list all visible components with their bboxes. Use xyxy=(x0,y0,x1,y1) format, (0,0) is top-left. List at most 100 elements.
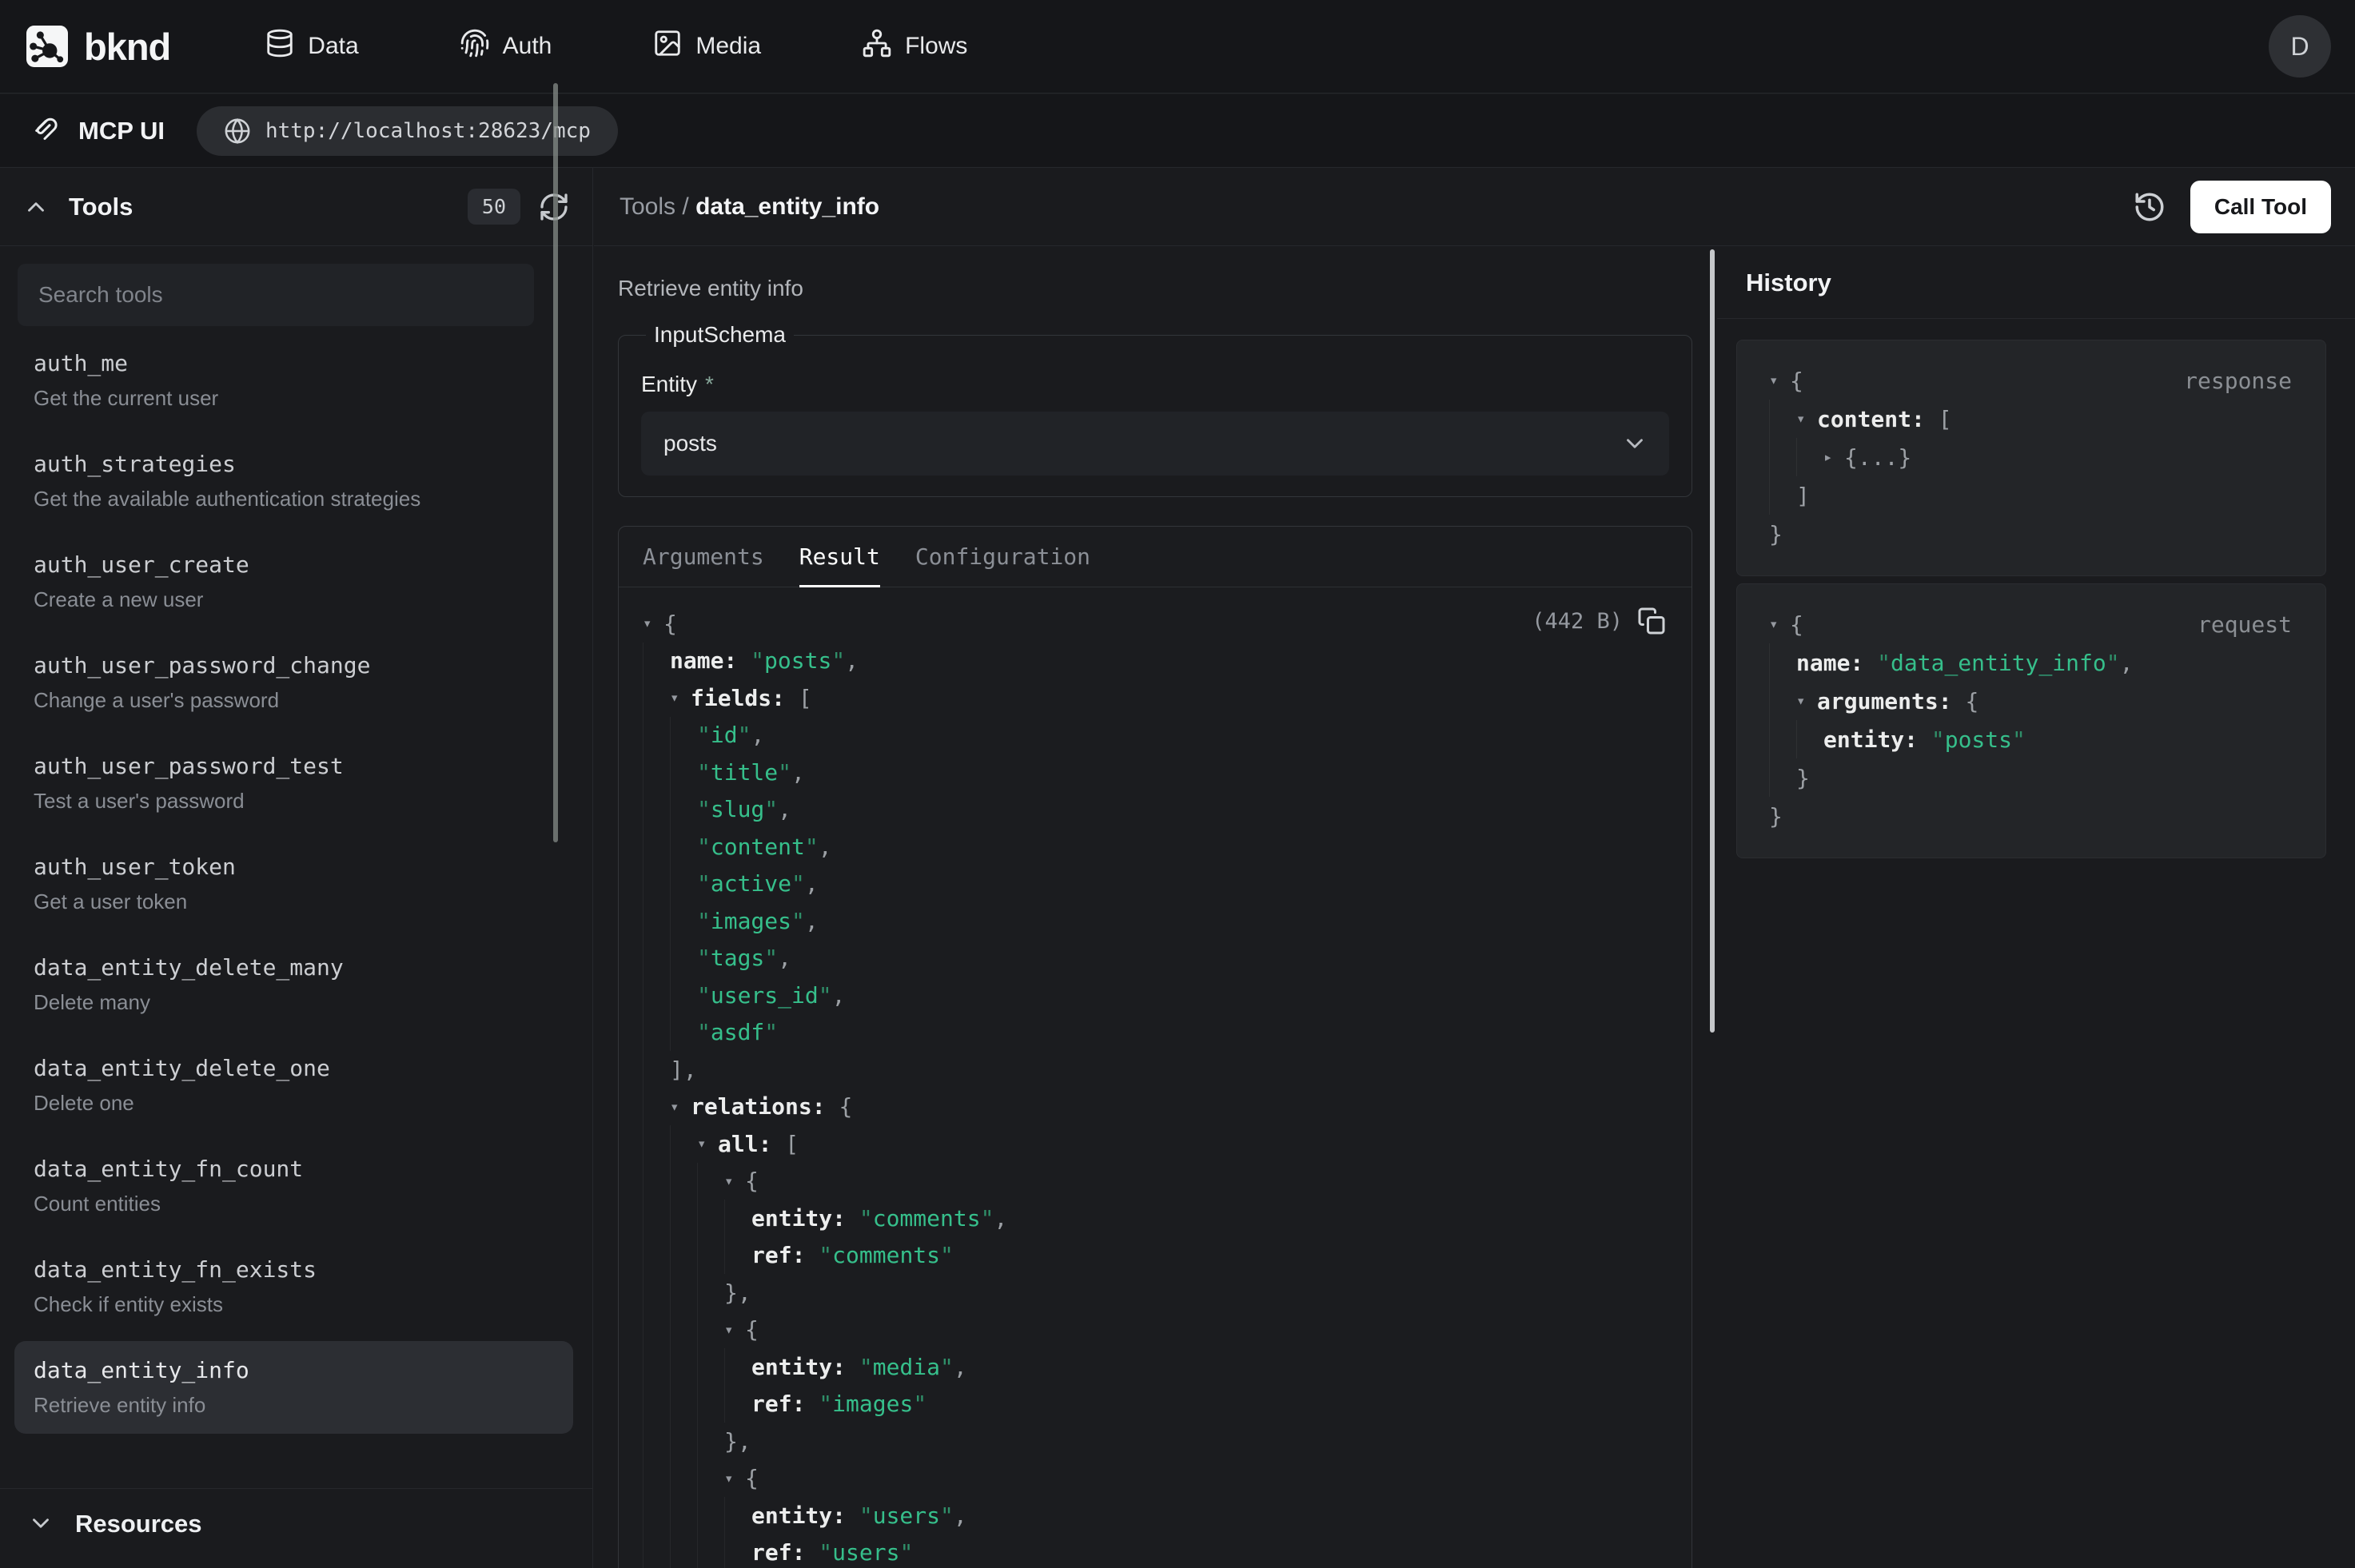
json-line: "content", xyxy=(643,828,1668,866)
tool-description: Delete one xyxy=(34,1091,554,1116)
json-line: entity: "posts" xyxy=(1769,720,2293,758)
avatar[interactable]: D xyxy=(2269,15,2331,78)
json-line: "active", xyxy=(643,866,1668,903)
top-navigation: bknd Data Auth Media Flows D xyxy=(0,0,2355,94)
json-line: } xyxy=(1769,758,2293,797)
collapse-triangle-icon[interactable]: ▾ xyxy=(670,1098,691,1116)
primary-nav: Data Auth Media Flows xyxy=(265,28,967,65)
fingerprint-icon xyxy=(460,28,490,65)
network-icon xyxy=(862,28,892,65)
json-line: ] xyxy=(1769,476,2293,515)
tab-arguments[interactable]: Arguments xyxy=(643,527,764,587)
tool-name: auth_user_create xyxy=(34,551,554,578)
json-line: ▾{ xyxy=(643,1163,1668,1200)
collapse-triangle-icon[interactable]: ▾ xyxy=(724,1172,745,1190)
brand-name: bknd xyxy=(84,25,170,69)
tool-list-item-auth_user_password_test[interactable]: auth_user_password_testTest a user's pas… xyxy=(14,737,573,830)
result-panel: ArgumentsResultConfiguration (442 B) ▾{n… xyxy=(618,526,1692,1568)
tool-list-item-auth_user_token[interactable]: auth_user_token Get a user token xyxy=(14,838,573,930)
result-json-tree[interactable]: ▾{name: "posts",▾fields: ["id","title","… xyxy=(643,605,1668,1568)
entry-type-label: response xyxy=(2184,368,2292,394)
tab-configuration[interactable]: Configuration xyxy=(915,527,1090,587)
nav-item-media[interactable]: Media xyxy=(652,28,761,65)
tool-list-item-data_entity_fn_exists[interactable]: data_entity_fn_exists Check if entity exi… xyxy=(14,1240,573,1333)
tool-name: data_entity_delete_many xyxy=(34,954,554,981)
history-card-request[interactable]: ▾{requestname: "data_entity_info",▾argum… xyxy=(1736,583,2326,858)
tool-description: Get the current user xyxy=(34,386,554,411)
json-line: ref: "comments" xyxy=(643,1237,1668,1275)
tool-list-item-data_entity_delete_many[interactable]: data_entity_delete_manyDelete many xyxy=(14,938,573,1031)
image-icon xyxy=(652,28,683,65)
entity-select-value: posts xyxy=(663,431,717,456)
history-panel: History ▾{response▾content: [▸{...}]}▾{r… xyxy=(1717,247,2355,1568)
entity-field-label: Entity* xyxy=(641,372,1669,397)
tool-list-item-auth_user_password_change[interactable]: auth_user_password_changeChange a user's… xyxy=(14,636,573,729)
json-line: entity: "users", xyxy=(643,1497,1668,1534)
result-json: (442 B) ▾{name: "posts",▾fields: ["id","… xyxy=(619,587,1692,1568)
history-button[interactable] xyxy=(2133,190,2166,224)
input-schema-fieldset: InputSchema Entity* posts xyxy=(618,322,1692,497)
json-line: ▾relations: { xyxy=(643,1088,1668,1126)
collapse-triangle-icon[interactable]: ▾ xyxy=(670,689,691,706)
tool-list-item-data_entity_info[interactable]: data_entity_infoRetrieve entity info xyxy=(14,1341,573,1434)
json-line: ref: "images" xyxy=(643,1386,1668,1423)
collapse-triangle-icon[interactable]: ▾ xyxy=(1769,615,1790,633)
json-line: ], xyxy=(643,1051,1668,1088)
brand[interactable]: bknd xyxy=(26,25,170,69)
call-tool-button[interactable]: Call Tool xyxy=(2190,181,2331,233)
json-line: "tags", xyxy=(643,940,1668,977)
json-line: ▾{ xyxy=(643,605,1668,643)
breadcrumb-section[interactable]: Tools xyxy=(620,193,675,220)
json-line: ▾content: [ xyxy=(1769,400,2293,438)
tool-list-item-data_entity_fn_count[interactable]: data_entity_fn_countCount entities xyxy=(14,1140,573,1232)
resources-section-header[interactable]: Resources xyxy=(0,1488,593,1568)
history-clock-icon xyxy=(2133,190,2166,224)
tool-description: Get a user token xyxy=(34,889,554,914)
tab-result[interactable]: Result xyxy=(799,527,880,587)
collapse-triangle-icon[interactable]: ▾ xyxy=(724,1321,745,1339)
tabs: Arguments Result Configuration xyxy=(619,527,1692,587)
tool-description: Change a user's password xyxy=(34,688,554,713)
json-line: name: "posts", xyxy=(643,643,1668,680)
globe-icon xyxy=(224,117,251,145)
mcp-logo-icon xyxy=(29,113,61,149)
entity-select[interactable]: posts xyxy=(641,412,1669,476)
search-input[interactable] xyxy=(18,264,534,326)
tools-section-header[interactable]: Tools 50 xyxy=(0,168,592,246)
history-cards: ▾{response▾content: [▸{...}]}▾{requestna… xyxy=(1717,319,2355,858)
search-wrap xyxy=(0,246,592,326)
tool-name: data_entity_fn_count xyxy=(34,1156,554,1182)
tool-name: auth_strategies xyxy=(34,451,554,477)
nav-item-flows[interactable]: Flows xyxy=(862,28,967,65)
json-line: ▾{response xyxy=(1769,361,2293,400)
tool-list-item-auth_user_create[interactable]: auth_user_createCreate a new user xyxy=(14,535,573,628)
nav-item-auth[interactable]: Auth xyxy=(460,28,552,65)
collapse-triangle-icon[interactable]: ▾ xyxy=(1796,692,1817,710)
tool-list-item-auth_me[interactable]: auth_meGet the current user xyxy=(14,334,573,427)
mcp-bar: MCP UI http://localhost:28623/mcp xyxy=(0,94,2355,168)
collapse-triangle-icon[interactable]: ▾ xyxy=(1769,372,1790,389)
tool-name: data_entity_fn_exists xyxy=(34,1256,554,1283)
json-line: }, xyxy=(643,1423,1668,1460)
json-line: ▾all: [ xyxy=(643,1125,1668,1163)
chevron-up-icon xyxy=(22,193,50,221)
resources-title: Resources xyxy=(75,1510,202,1538)
tool-name: data_entity_delete_one xyxy=(34,1055,554,1081)
nav-item-data[interactable]: Data xyxy=(265,28,358,65)
collapse-triangle-icon[interactable]: ▾ xyxy=(724,1470,745,1487)
main-scrollbar[interactable] xyxy=(1710,249,1715,1033)
tool-description: Check if entity exists xyxy=(34,1292,554,1317)
breadcrumb: Tools / data_entity_info xyxy=(620,193,879,221)
sidebar-scrollbar[interactable] xyxy=(553,83,558,842)
json-line: ▾arguments: { xyxy=(1769,682,2293,720)
collapse-triangle-icon[interactable]: ▾ xyxy=(1796,410,1817,428)
json-line: ▾{ xyxy=(643,1460,1668,1498)
tool-name: auth_user_token xyxy=(34,854,554,880)
collapse-triangle-icon[interactable]: ▾ xyxy=(697,1135,718,1152)
collapse-triangle-icon[interactable]: ▾ xyxy=(643,615,663,632)
json-line: "users_id", xyxy=(643,977,1668,1014)
history-card-response[interactable]: ▾{response▾content: [▸{...}]} xyxy=(1736,340,2326,576)
tool-list-item-data_entity_delete_one[interactable]: data_entity_delete_one Delete one xyxy=(14,1039,573,1132)
expand-triangle-icon[interactable]: ▸ xyxy=(1823,448,1844,466)
tool-list-item-auth_strategies[interactable]: auth_strategiesGet the available authent… xyxy=(14,435,573,527)
